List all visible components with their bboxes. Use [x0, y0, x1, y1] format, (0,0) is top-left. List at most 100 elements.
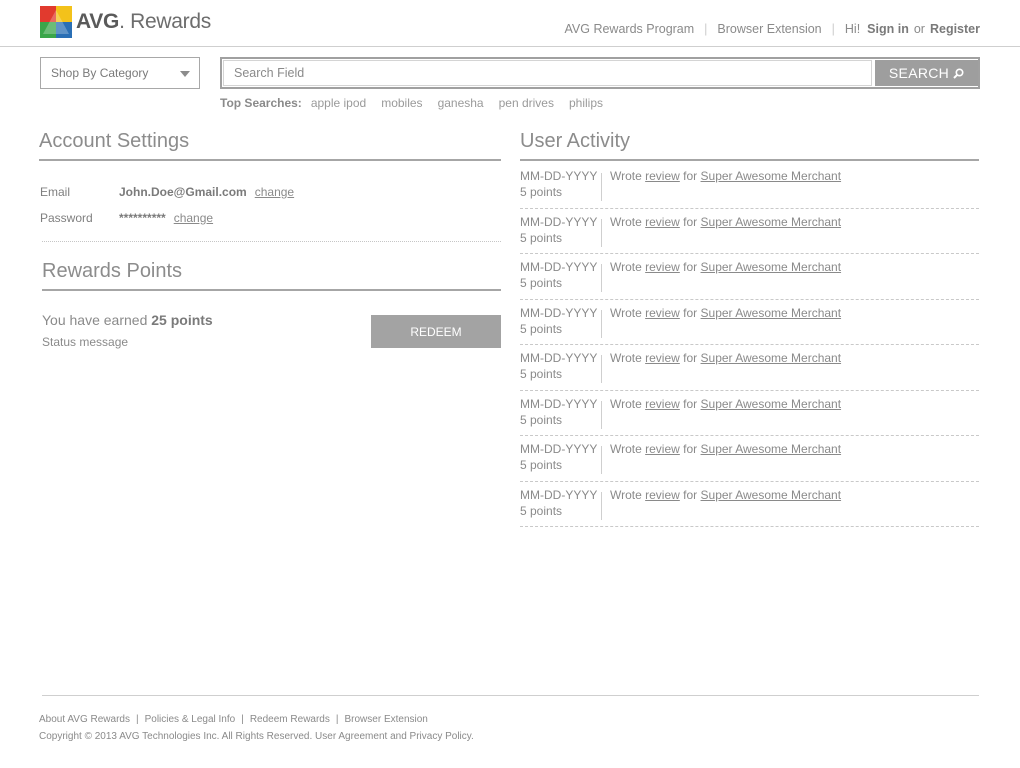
redeem-button[interactable]: REDEEM: [371, 315, 501, 348]
footer-separator: |: [335, 714, 339, 725]
user-activity-section: User Activity: [520, 130, 979, 161]
activity-points: 5 points: [520, 503, 563, 518]
footer-separator: |: [135, 714, 139, 725]
activity-description: Wrote review for Super Awesome Merchant: [610, 215, 841, 229]
top-search-term[interactable]: mobiles: [381, 96, 422, 110]
row-divider: [601, 218, 602, 247]
activity-date: MM-DD-YYYY: [520, 442, 598, 456]
merchant-link[interactable]: Super Awesome Merchant: [701, 260, 842, 274]
activity-row: MM-DD-YYYY 5 points Wrote review for Sup…: [520, 391, 979, 436]
footer-link-extension[interactable]: Browser Extension: [344, 714, 427, 725]
wrote-text: Wrote: [610, 305, 642, 320]
review-link[interactable]: review: [645, 488, 680, 502]
change-email-link[interactable]: change: [255, 185, 294, 199]
account-settings-title: Account Settings: [39, 130, 501, 161]
activity-points: 5 points: [520, 230, 563, 245]
wrote-text: Wrote: [610, 487, 642, 502]
user-activity-title: User Activity: [520, 130, 979, 161]
merchant-link[interactable]: Super Awesome Merchant: [701, 488, 842, 502]
wrote-text: Wrote: [610, 214, 642, 229]
review-link[interactable]: review: [645, 397, 680, 411]
for-text: for: [683, 487, 698, 502]
account-fields: Email John.Doe@Gmail.com change Password…: [40, 185, 501, 225]
footer-link-policies[interactable]: Policies & Legal Info: [145, 714, 236, 725]
activity-description: Wrote review for Super Awesome Merchant: [610, 260, 841, 274]
top-search-term[interactable]: philips: [569, 96, 603, 110]
review-link[interactable]: review: [645, 169, 680, 183]
nav-rewards-program[interactable]: AVG Rewards Program: [565, 22, 695, 36]
review-link[interactable]: review: [645, 306, 680, 320]
footer-link-redeem[interactable]: Redeem Rewards: [250, 714, 330, 725]
merchant-link[interactable]: Super Awesome Merchant: [701, 442, 842, 456]
activity-row: MM-DD-YYYY 5 points Wrote review for Sup…: [520, 254, 979, 300]
review-link[interactable]: review: [645, 351, 680, 365]
password-row: Password ********** change: [40, 211, 501, 225]
merchant-link[interactable]: Super Awesome Merchant: [701, 397, 842, 411]
account-settings-section: Account Settings Email John.Doe@Gmail.co…: [39, 130, 501, 225]
status-message: Status message: [42, 335, 129, 349]
nav-browser-extension[interactable]: Browser Extension: [717, 22, 821, 36]
top-search-term[interactable]: apple ipod: [311, 96, 366, 110]
activity-date: MM-DD-YYYY: [520, 487, 598, 502]
review-link[interactable]: review: [645, 215, 680, 229]
row-divider: [601, 400, 602, 429]
brand-logo[interactable]: AVG. Rewards: [40, 6, 211, 38]
activity-date: MM-DD-YYYY: [520, 260, 598, 274]
search-bar: SEARCH: [220, 57, 980, 89]
activity-row: MM-DD-YYYY 5 points Wrote review for Sup…: [520, 482, 979, 527]
top-searches-label: Top Searches:: [220, 96, 302, 110]
merchant-link[interactable]: Super Awesome Merchant: [701, 351, 842, 365]
category-label: Shop By Category: [51, 66, 149, 80]
earned-points-text: You have earned 25 points: [42, 312, 213, 328]
or-text: or: [913, 22, 925, 36]
search-input[interactable]: [223, 60, 872, 86]
top-search-term[interactable]: ganesha: [438, 96, 484, 110]
for-text: for: [683, 351, 698, 365]
wrote-text: Wrote: [610, 351, 642, 365]
activity-row: MM-DD-YYYY 5 points Wrote review for Sup…: [520, 209, 979, 254]
activity-date: MM-DD-YYYY: [520, 396, 598, 411]
section-divider: [42, 241, 501, 242]
activity-description: Wrote review for Super Awesome Merchant: [610, 397, 841, 411]
register-link[interactable]: Register: [930, 22, 980, 36]
category-dropdown[interactable]: Shop By Category: [40, 57, 200, 89]
top-navigation: AVG Rewards Program | Browser Extension …: [565, 22, 981, 36]
footer-separator: |: [241, 714, 244, 725]
activity-date: MM-DD-YYYY: [520, 214, 598, 229]
activity-points: 5 points: [520, 458, 563, 472]
footer-link-about[interactable]: About AVG Rewards: [39, 714, 130, 725]
activity-points: 5 points: [520, 321, 563, 336]
merchant-link[interactable]: Super Awesome Merchant: [701, 169, 842, 183]
activity-date: MM-DD-YYYY: [520, 351, 598, 365]
password-label: Password: [40, 211, 93, 225]
activity-points: 5 points: [520, 276, 563, 290]
top-searches: Top Searches: apple ipod mobiles ganesha…: [220, 96, 618, 110]
copyright-text: Copyright © 2013 AVG Technologies Inc. A…: [39, 731, 474, 742]
wrote-text: Wrote: [610, 260, 642, 274]
footer-links: About AVG Rewards | Policies & Legal Inf…: [39, 714, 428, 725]
review-link[interactable]: review: [645, 442, 680, 456]
brand-prefix: AVG: [76, 10, 120, 33]
search-button[interactable]: SEARCH: [875, 60, 978, 86]
activity-description: Wrote review for Super Awesome Merchant: [610, 306, 841, 320]
footer-divider: [42, 695, 979, 696]
wrote-text: Wrote: [610, 442, 642, 456]
activity-description: Wrote review for Super Awesome Merchant: [610, 169, 841, 183]
for-text: for: [683, 260, 698, 274]
nav-divider: |: [831, 22, 835, 36]
merchant-link[interactable]: Super Awesome Merchant: [701, 215, 842, 229]
merchant-link[interactable]: Super Awesome Merchant: [701, 306, 842, 320]
row-divider: [601, 173, 602, 201]
activity-description: Wrote review for Super Awesome Merchant: [610, 351, 841, 365]
activity-description: Wrote review for Super Awesome Merchant: [610, 488, 841, 502]
site-header: AVG. Rewards AVG Rewards Program | Brows…: [0, 0, 1020, 47]
change-password-link[interactable]: change: [174, 211, 213, 225]
for-text: for: [683, 169, 698, 183]
top-search-term[interactable]: pen drives: [499, 96, 554, 110]
review-link[interactable]: review: [645, 260, 680, 274]
sign-in-link[interactable]: Sign in: [867, 22, 909, 36]
activity-points: 5 points: [520, 367, 563, 381]
activity-points: 5 points: [520, 185, 563, 199]
brand-text: AVG. Rewards: [76, 10, 211, 33]
for-text: for: [683, 214, 698, 229]
